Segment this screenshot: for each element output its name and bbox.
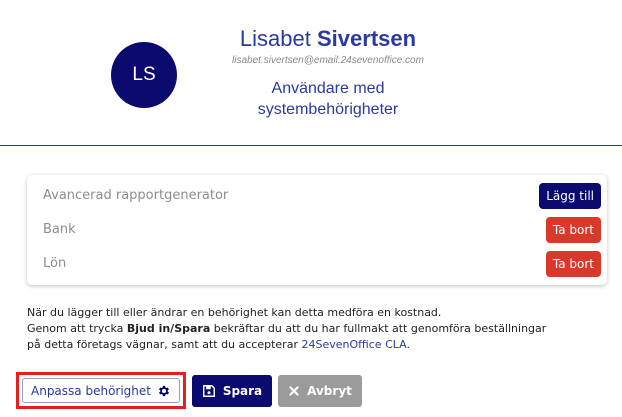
- adjust-permission-highlight: Anpassa behörighet: [16, 372, 186, 409]
- notice-text: på detta företags vägnar, samt att du ac…: [27, 338, 302, 351]
- permission-label: Bank: [43, 222, 76, 237]
- permission-label: Avancerad rapportgenerator: [43, 188, 229, 203]
- close-icon: [288, 385, 300, 397]
- cancel-label: Avbryt: [307, 384, 352, 398]
- save-label: Spara: [222, 384, 263, 398]
- notice-text: Genom att trycka: [27, 322, 127, 335]
- floppy-disk-icon: [202, 384, 216, 398]
- user-email: lisabet.sivertsen@email.24sevenoffice.co…: [232, 55, 424, 66]
- user-role-line-1: Användare med: [271, 80, 385, 97]
- header-divider: [0, 145, 622, 146]
- avatar: LS: [111, 42, 177, 108]
- avatar-initials: LS: [132, 64, 156, 85]
- notice-bold-text: Bjud in/Spara: [126, 322, 211, 335]
- notice-text: bekräftar du att du har fullmakt att gen…: [210, 322, 547, 335]
- user-last-name: Sivertsen: [317, 26, 417, 51]
- user-header: LS Lisabet Sivertsen lisabet.sivertsen@e…: [0, 0, 622, 146]
- adjust-permission-label: Anpassa behörighet: [31, 383, 151, 398]
- notice-line-3: på detta företags vägnar, samt att du ac…: [27, 337, 617, 353]
- remove-permission-button[interactable]: Ta bort: [545, 251, 601, 277]
- notice-text: .: [406, 338, 410, 351]
- cla-link[interactable]: 24SevenOffice CLA: [301, 338, 406, 351]
- gear-icon: [157, 384, 171, 398]
- permissions-card: Avancerad rapportgenerator Lägg till Ban…: [27, 175, 607, 285]
- permission-row: Avancerad rapportgenerator Lägg till: [27, 179, 607, 213]
- save-button[interactable]: Spara: [192, 375, 272, 407]
- user-role: Användare med systembehörigheter: [220, 78, 436, 120]
- permission-row: Lön Ta bort: [27, 247, 607, 281]
- notice-line-2: Genom att trycka Bjud in/Spara bekräftar…: [27, 321, 617, 337]
- user-first-name: Lisabet: [239, 26, 311, 51]
- user-name: Lisabet Sivertsen: [200, 26, 456, 52]
- permission-label: Lön: [43, 256, 67, 271]
- cancel-button[interactable]: Avbryt: [278, 375, 362, 407]
- remove-permission-button[interactable]: Ta bort: [545, 217, 601, 243]
- add-permission-button[interactable]: Lägg till: [539, 183, 601, 209]
- user-role-line-2: systembehörigheter: [257, 101, 399, 118]
- notice-line-1: När du lägger till eller ändrar en behör…: [27, 306, 442, 319]
- permission-row: Bank Ta bort: [27, 213, 607, 247]
- cost-notice: När du lägger till eller ändrar en behör…: [27, 305, 617, 353]
- adjust-permission-button[interactable]: Anpassa behörighet: [22, 378, 180, 403]
